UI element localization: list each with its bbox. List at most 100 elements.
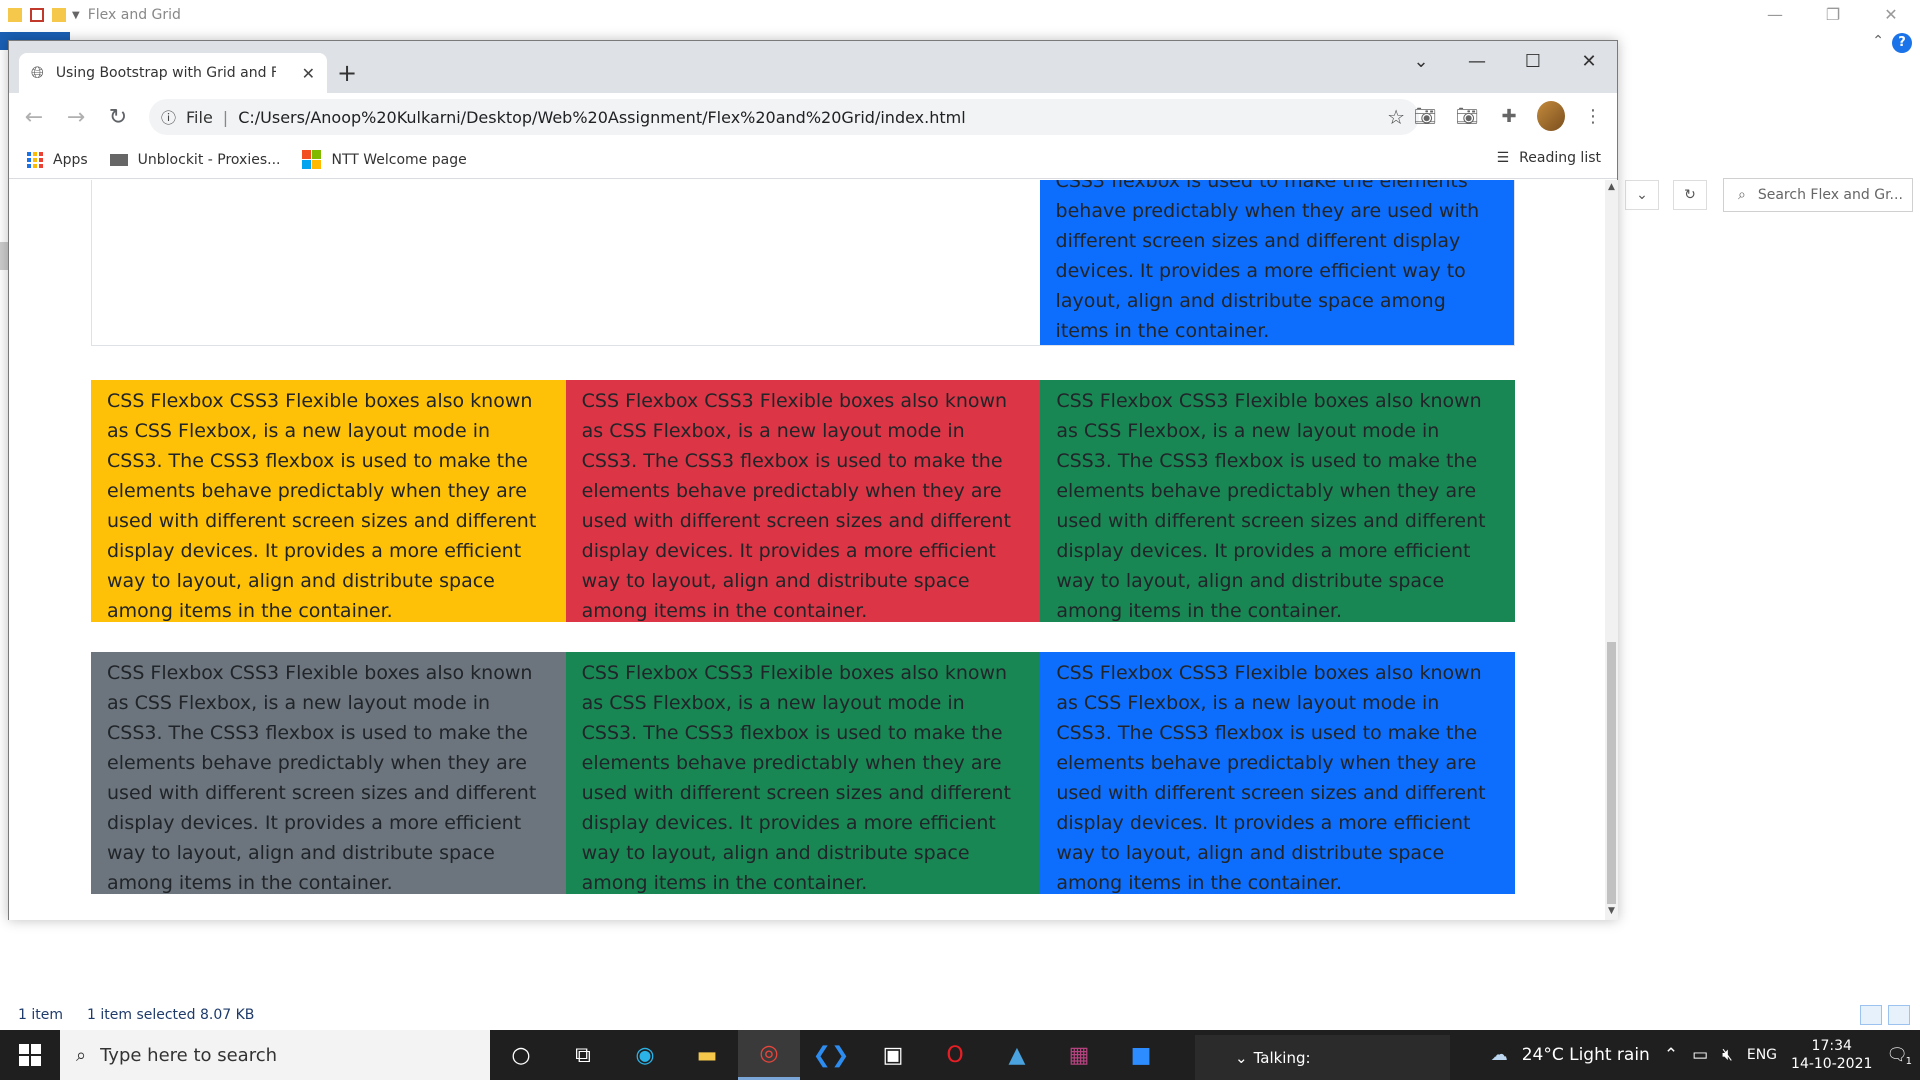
tab-search-icon[interactable]: ⌄ xyxy=(1393,51,1449,72)
scroll-thumb[interactable] xyxy=(1607,642,1616,904)
zoom-icon[interactable]: ■ xyxy=(1110,1030,1172,1080)
explorer-search-input[interactable]: ⌕ Search Flex and Gr... xyxy=(1723,178,1913,212)
reading-list-button[interactable]: ☰ Reading list xyxy=(1497,150,1601,166)
cell-text: CSS3 flexbox is used to make the element… xyxy=(1055,180,1480,342)
clock-time: 17:34 xyxy=(1811,1038,1852,1054)
grid-cell-danger: CSS Flexbox CSS3 Flexible boxes also kno… xyxy=(565,380,1041,622)
explorer-window-controls: — ❐ ✕ xyxy=(1746,0,1920,30)
browser-tab[interactable]: 🌐︎ Using Bootstrap with Grid and Fle ✕ xyxy=(19,53,327,93)
refresh-icon[interactable]: ↻ xyxy=(1673,180,1707,210)
bookmark-star-icon[interactable]: ☆ xyxy=(1387,105,1405,129)
reload-icon[interactable]: ↻ xyxy=(101,105,135,130)
screenshot-icon[interactable]: 📷︎ xyxy=(1453,101,1481,131)
profile-avatar[interactable] xyxy=(1537,101,1565,131)
weather-text[interactable]: 24°C Light rain xyxy=(1522,1045,1650,1065)
search-icon: ⌕ xyxy=(1738,187,1746,203)
language-indicator[interactable]: ENG xyxy=(1747,1047,1777,1063)
explorer-search-placeholder: Search Flex and Gr... xyxy=(1757,187,1903,203)
bookmarks-bar: Apps Unblockit - Proxies... NTT Welcome … xyxy=(9,141,1617,179)
weather-icon[interactable]: ☁ xyxy=(1491,1045,1508,1065)
browser-window: 🌐︎ Using Bootstrap with Grid and Fle ✕ +… xyxy=(8,40,1618,920)
restore-icon[interactable]: ❐ xyxy=(1804,0,1862,30)
close-tab-icon[interactable]: ✕ xyxy=(302,64,315,83)
forward-icon[interactable]: → xyxy=(59,105,93,130)
scheme-label: File xyxy=(186,107,213,127)
back-icon[interactable]: ← xyxy=(17,105,51,130)
explorer-address-controls: ⌄ ↻ xyxy=(1625,180,1707,210)
menu-icon[interactable]: ⋮ xyxy=(1579,101,1607,131)
browser-window-controls: ⌄ — ☐ ✕ xyxy=(1393,41,1617,81)
windows-start-button[interactable] xyxy=(0,1030,60,1080)
bookmark-label: NTT Welcome page xyxy=(331,151,467,168)
explorer-title: Flex and Grid xyxy=(87,7,181,23)
minimize-icon[interactable]: — xyxy=(1746,0,1804,30)
talking-label: Talking: xyxy=(1253,1048,1311,1067)
address-bar[interactable]: ⓘ File | C:/Users/Anoop%20Kulkarni/Deskt… xyxy=(149,99,1419,135)
camera-icon[interactable]: 📷︎ xyxy=(1411,101,1439,131)
task-view-icon[interactable]: ⧉ xyxy=(552,1030,614,1080)
bookmark-unblockit[interactable]: Unblockit - Proxies... xyxy=(109,151,281,168)
grid-cell-warning: CSS Flexbox CSS3 Flexible boxes also kno… xyxy=(91,380,566,622)
close-icon[interactable]: ✕ xyxy=(1862,0,1920,30)
chevron-down-icon: ⌄ xyxy=(1235,1048,1248,1067)
cell-text: CSS Flexbox CSS3 Flexible boxes also kno… xyxy=(581,662,1011,894)
new-tab-button[interactable]: + xyxy=(333,59,361,87)
photos-icon[interactable]: ▲ xyxy=(986,1030,1048,1080)
scroll-down-icon[interactable]: ▼ xyxy=(1607,906,1616,916)
checkbox-icon[interactable] xyxy=(30,8,44,22)
clock[interactable]: 17:34 14-10-2021 xyxy=(1791,1037,1872,1073)
browser-toolbar: ← → ↻ ⓘ File | C:/Users/Anoop%20Kulkarni… xyxy=(9,93,1617,141)
cortana-icon[interactable]: ○ xyxy=(490,1030,552,1080)
volume-muted-icon[interactable]: 🔇︎ xyxy=(1722,1045,1733,1065)
microsoft-logo-icon xyxy=(302,150,322,169)
chrome-icon[interactable]: ◎ xyxy=(738,1030,800,1080)
maximize-icon[interactable]: ☐ xyxy=(1505,51,1561,72)
winrar-icon[interactable]: ▦ xyxy=(1048,1030,1110,1080)
bookmark-label: Unblockit - Proxies... xyxy=(137,151,281,168)
search-icon: ⌕ xyxy=(76,1044,87,1066)
notification-count: 1 xyxy=(1905,1056,1912,1067)
help-icon[interactable]: ? xyxy=(1892,33,1912,53)
terminal-icon[interactable]: ▣ xyxy=(862,1030,924,1080)
url-text[interactable]: C:/Users/Anoop%20Kulkarni/Desktop/Web%20… xyxy=(238,108,965,127)
edge-icon[interactable]: ◉ xyxy=(614,1030,676,1080)
folder-icon xyxy=(8,8,22,22)
folder-icon xyxy=(52,8,66,22)
bookmark-apps[interactable]: Apps xyxy=(27,151,88,168)
details-view-icon[interactable] xyxy=(1860,1005,1882,1025)
chevron-down-icon[interactable]: ⌄ xyxy=(1625,180,1659,210)
view-toggle xyxy=(1860,1005,1910,1025)
scroll-up-icon[interactable]: ▲ xyxy=(1607,182,1616,192)
taskbar-search-input[interactable]: ⌕ Type here to search xyxy=(60,1030,490,1080)
quick-access-dropdown-icon[interactable]: ▼ xyxy=(72,10,80,21)
battery-icon[interactable]: ▭ xyxy=(1692,1045,1708,1065)
large-icons-view-icon[interactable] xyxy=(1888,1005,1910,1025)
taskbar-search-placeholder: Type here to search xyxy=(100,1044,278,1066)
empty-cell xyxy=(92,180,1040,345)
reading-list-icon: ☰ xyxy=(1496,150,1510,166)
tray-chevron-icon[interactable]: ⌃ xyxy=(1664,1045,1678,1065)
grid-cell-primary: CSS3 flexbox is used to make the element… xyxy=(1039,180,1514,345)
bookmark-ntt[interactable]: NTT Welcome page xyxy=(302,150,467,169)
page-scrollbar[interactable]: ▲ ▼ xyxy=(1605,180,1618,920)
file-explorer-icon[interactable]: ▬ xyxy=(676,1030,738,1080)
notification-icon[interactable]: 🗨︎ 1 xyxy=(1886,1045,1912,1067)
grid-cell-success: CSS Flexbox CSS3 Flexible boxes also kno… xyxy=(1040,380,1515,622)
cell-text: CSS Flexbox CSS3 Flexible boxes also kno… xyxy=(107,390,537,622)
close-icon[interactable]: ✕ xyxy=(1561,51,1617,72)
opera-icon[interactable]: O xyxy=(924,1030,986,1080)
cell-text: CSS Flexbox CSS3 Flexible boxes also kno… xyxy=(107,662,537,894)
grid-row-2: CSS Flexbox CSS3 Flexible boxes also kno… xyxy=(91,380,1515,622)
info-icon[interactable]: ⓘ xyxy=(161,107,176,128)
ribbon-collapse-icon[interactable]: ⌃ xyxy=(1872,33,1884,49)
vscode-icon[interactable]: ❮❯ xyxy=(800,1030,862,1080)
grid-cell-primary: CSS Flexbox CSS3 Flexible boxes also kno… xyxy=(1040,652,1515,894)
clock-date: 14-10-2021 xyxy=(1791,1056,1873,1072)
talking-indicator[interactable]: ⌄ Talking: xyxy=(1195,1035,1450,1080)
cell-text: CSS Flexbox CSS3 Flexible boxes also kno… xyxy=(1056,390,1486,622)
minimize-icon[interactable]: — xyxy=(1449,51,1505,72)
page-viewport: CSS3 flexbox is used to make the element… xyxy=(9,180,1605,920)
extensions-icon[interactable]: ✚ xyxy=(1495,101,1523,131)
globe-icon: 🌐︎ xyxy=(31,63,44,82)
tab-title: Using Bootstrap with Grid and Fle xyxy=(55,65,276,81)
